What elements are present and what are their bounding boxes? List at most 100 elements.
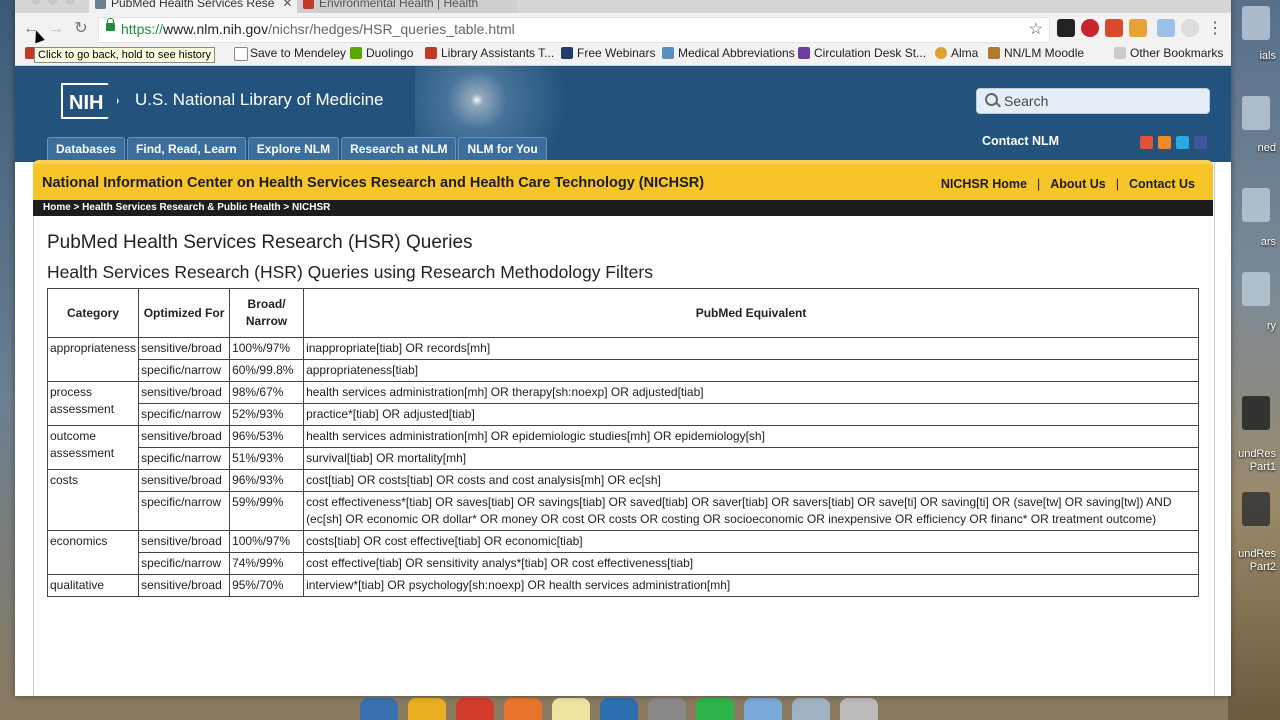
app-icon[interactable] [744, 698, 782, 720]
rss-icon[interactable] [1158, 136, 1171, 149]
tab-inactive[interactable]: Environmental Health | Health [297, 0, 517, 13]
nav-explore-nlm[interactable]: Explore NLM [247, 137, 340, 162]
desktop-label[interactable]: undRes Part1 [1230, 448, 1276, 474]
pubmed-equivalent-cell: cost effectiveness*[tiab] OR saves[tiab]… [303, 491, 1199, 531]
finder-icon[interactable] [360, 698, 398, 720]
notes-icon[interactable] [552, 698, 590, 720]
zoom-window-icon[interactable] [65, 0, 75, 5]
category-cell: qualitative [46, 574, 140, 597]
optimized-for-cell: sensitive/broad [138, 381, 231, 404]
app-icon[interactable] [648, 698, 686, 720]
about-us-link[interactable]: About Us [1050, 177, 1106, 191]
minimize-window-icon[interactable] [48, 0, 58, 5]
nav-research-at-nlm[interactable]: Research at NLM [341, 137, 457, 162]
folder-icon[interactable] [792, 698, 830, 720]
bookmark-item[interactable]: Free Webinars [561, 46, 655, 60]
reload-icon[interactable]: ↻ [70, 18, 92, 40]
bookmark-folder[interactable]: Other Bookmarks [1114, 46, 1223, 60]
nav-nlm-for-you[interactable]: NLM for You [458, 137, 547, 162]
broad-narrow-cell: 52%/93% [229, 403, 305, 426]
category-cell: outcome assessment [46, 425, 140, 470]
tab-active[interactable]: PubMed Health Services Rese ✕ [89, 0, 309, 13]
nlm-nav: Databases Find, Read, Learn Explore NLM … [47, 136, 547, 162]
category-cell: economics [46, 530, 140, 575]
separator: | [1115, 177, 1120, 191]
bookmark-item[interactable]: Library Assistants T... [425, 46, 554, 60]
firefox-icon[interactable] [504, 698, 542, 720]
search-input[interactable]: Search [976, 88, 1210, 114]
optimized-for-cell: specific/narrow [138, 491, 231, 531]
desktop-file-icon[interactable] [1242, 96, 1270, 130]
bookmark-item[interactable]: Alma [935, 46, 978, 60]
broad-narrow-cell: 95%/70% [229, 574, 305, 597]
bookmark-item[interactable]: Circulation Desk St... [798, 46, 926, 60]
desktop-video-icon[interactable] [1242, 396, 1270, 430]
column-header: Broad/ Narrow [229, 288, 305, 338]
buffer-extension-icon[interactable] [1057, 19, 1075, 37]
pubmed-equivalent-cell: cost[tiab] OR costs[tiab] OR costs and c… [303, 469, 1199, 492]
nlm-header: NIH U.S. National Library of Medicine Se… [15, 66, 1231, 162]
browser-window: PubMed Health Services Rese ✕ Environment… [15, 0, 1231, 696]
optimized-for-cell: sensitive/broad [138, 425, 231, 448]
tab-title: PubMed Health Services Rese [111, 0, 275, 10]
trash-icon[interactable] [840, 698, 878, 720]
desktop-label[interactable]: ned [1258, 142, 1276, 155]
word-icon[interactable] [600, 698, 638, 720]
close-tab-icon[interactable]: ✕ [282, 0, 292, 10]
bookmark-star-icon[interactable]: ☆ [1029, 19, 1043, 39]
duolingo-icon [350, 47, 362, 59]
bookmark-item[interactable]: Save to Mendeley [234, 46, 346, 61]
table-row: specific/narrow 60%/99.8% appropriateness[… [48, 359, 1199, 382]
extension-icon[interactable] [1181, 19, 1199, 37]
bookmark-item[interactable]: Medical Abbreviations [662, 46, 795, 60]
facebook-icon[interactable] [1194, 136, 1207, 149]
bookmark-favicon-icon [425, 47, 437, 59]
desktop-label[interactable]: undRes Part2 [1230, 548, 1276, 574]
broad-narrow-cell: 74%/99% [229, 552, 305, 575]
table-row: specific/narrow 51%/93% survival[tiab] OR … [48, 447, 1199, 470]
desktop-label[interactable]: ials [1259, 50, 1276, 63]
desktop-video-icon[interactable] [1242, 492, 1270, 526]
moodle-icon [988, 47, 1000, 59]
pinterest-extension-icon[interactable] [1081, 19, 1099, 37]
table-header-row: Category Optimized For Broad/ Narrow Pub… [46, 288, 1199, 338]
nichsr-home-link[interactable]: NICHSR Home [941, 177, 1027, 191]
optimized-for-cell: sensitive/broad [138, 337, 231, 360]
chrome-icon[interactable] [456, 698, 494, 720]
contact-us-link[interactable]: Contact Us [1129, 177, 1195, 191]
bookmark-item[interactable]: NN/LM Moodle [988, 46, 1084, 60]
search-placeholder: Search [1004, 93, 1049, 109]
broad-narrow-cell: 98%/67% [229, 381, 305, 404]
share-icon[interactable] [1140, 136, 1153, 149]
extension-icon[interactable] [1129, 19, 1147, 37]
address-bar[interactable]: https://www.nlm.nih.gov/nichsr/hedges/HS… [98, 17, 1050, 43]
close-window-icon[interactable] [31, 0, 41, 5]
desktop-label[interactable]: ars [1261, 236, 1276, 249]
extension-icon[interactable] [1105, 19, 1123, 37]
table-row: specific/narrow 59%/99% cost effectiveness… [48, 491, 1199, 531]
nlm-title[interactable]: U.S. National Library of Medicine [135, 90, 384, 110]
nav-databases[interactable]: Databases [47, 137, 126, 162]
twitter-icon[interactable] [1176, 136, 1189, 149]
spotify-icon[interactable] [696, 698, 734, 720]
browser-menu-icon[interactable]: ⋮ [1207, 18, 1223, 38]
alma-icon [935, 47, 947, 59]
desktop-file-icon[interactable] [1242, 272, 1270, 306]
desktop-file-icon[interactable] [1242, 188, 1270, 222]
contact-nlm-link[interactable]: Contact NLM [982, 134, 1059, 148]
pubmed-equivalent-cell: health services administration[mh] OR th… [303, 381, 1199, 404]
category-cell: process assessment [46, 381, 140, 426]
docs-extension-icon[interactable] [1157, 19, 1175, 37]
bookmark-item[interactable]: Duolingo [350, 46, 413, 60]
pubmed-equivalent-cell: interview*[tiab] OR psychology[sh:noexp]… [303, 574, 1199, 597]
desktop-file-icon[interactable] [1242, 6, 1270, 40]
nih-logo[interactable]: NIH [61, 83, 119, 119]
nav-find-read-learn[interactable]: Find, Read, Learn [127, 137, 246, 162]
forward-arrow-icon[interactable]: → [45, 18, 67, 40]
desktop-label[interactable]: ry [1267, 320, 1276, 333]
app-icon[interactable] [408, 698, 446, 720]
optimized-for-cell: specific/narrow [138, 403, 231, 426]
nichsr-title: National Information Center on Health Se… [42, 175, 705, 191]
breadcrumb-text[interactable]: Home > Health Services Research & Public… [43, 202, 330, 213]
pubmed-equivalent-cell: health services administration[mh] OR ep… [303, 425, 1199, 448]
